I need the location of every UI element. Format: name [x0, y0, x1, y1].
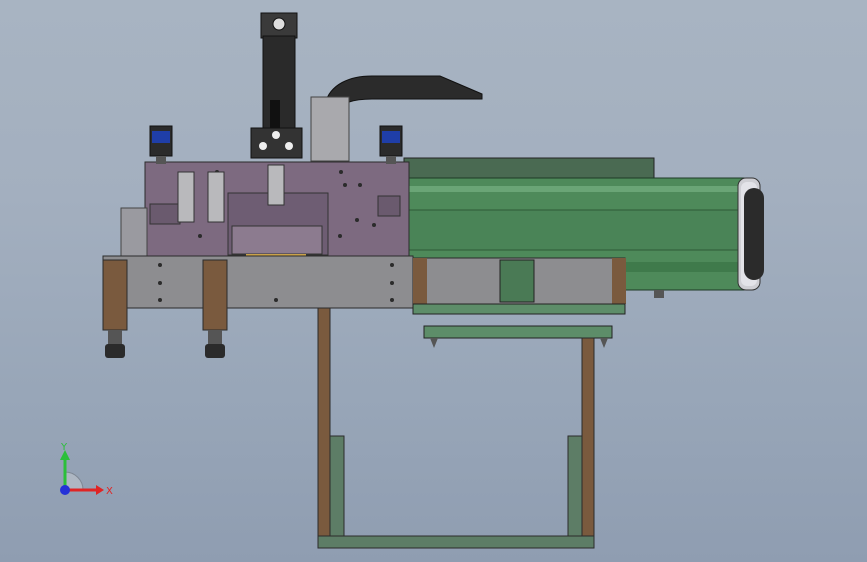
motor-housing[interactable]	[310, 96, 350, 162]
right-valve[interactable]	[379, 125, 403, 164]
coordinate-triad: Y X	[60, 442, 113, 497]
x-axis-label: X	[106, 486, 113, 497]
middle-suction-assembly[interactable]	[202, 259, 228, 358]
cad-viewport[interactable]: Y X	[0, 0, 867, 562]
base-plate[interactable]	[102, 255, 414, 309]
cad-model-view[interactable]	[0, 0, 867, 562]
u-frame[interactable]	[317, 307, 595, 549]
z-axis-dot-icon	[60, 485, 70, 495]
left-motor[interactable]	[120, 207, 148, 257]
right-gripper-assembly[interactable]	[412, 257, 626, 348]
left-valve[interactable]	[149, 125, 173, 164]
left-suction-assembly[interactable]	[102, 259, 128, 358]
vertical-cylinder[interactable]	[250, 12, 303, 159]
y-axis-label: Y	[60, 442, 68, 453]
